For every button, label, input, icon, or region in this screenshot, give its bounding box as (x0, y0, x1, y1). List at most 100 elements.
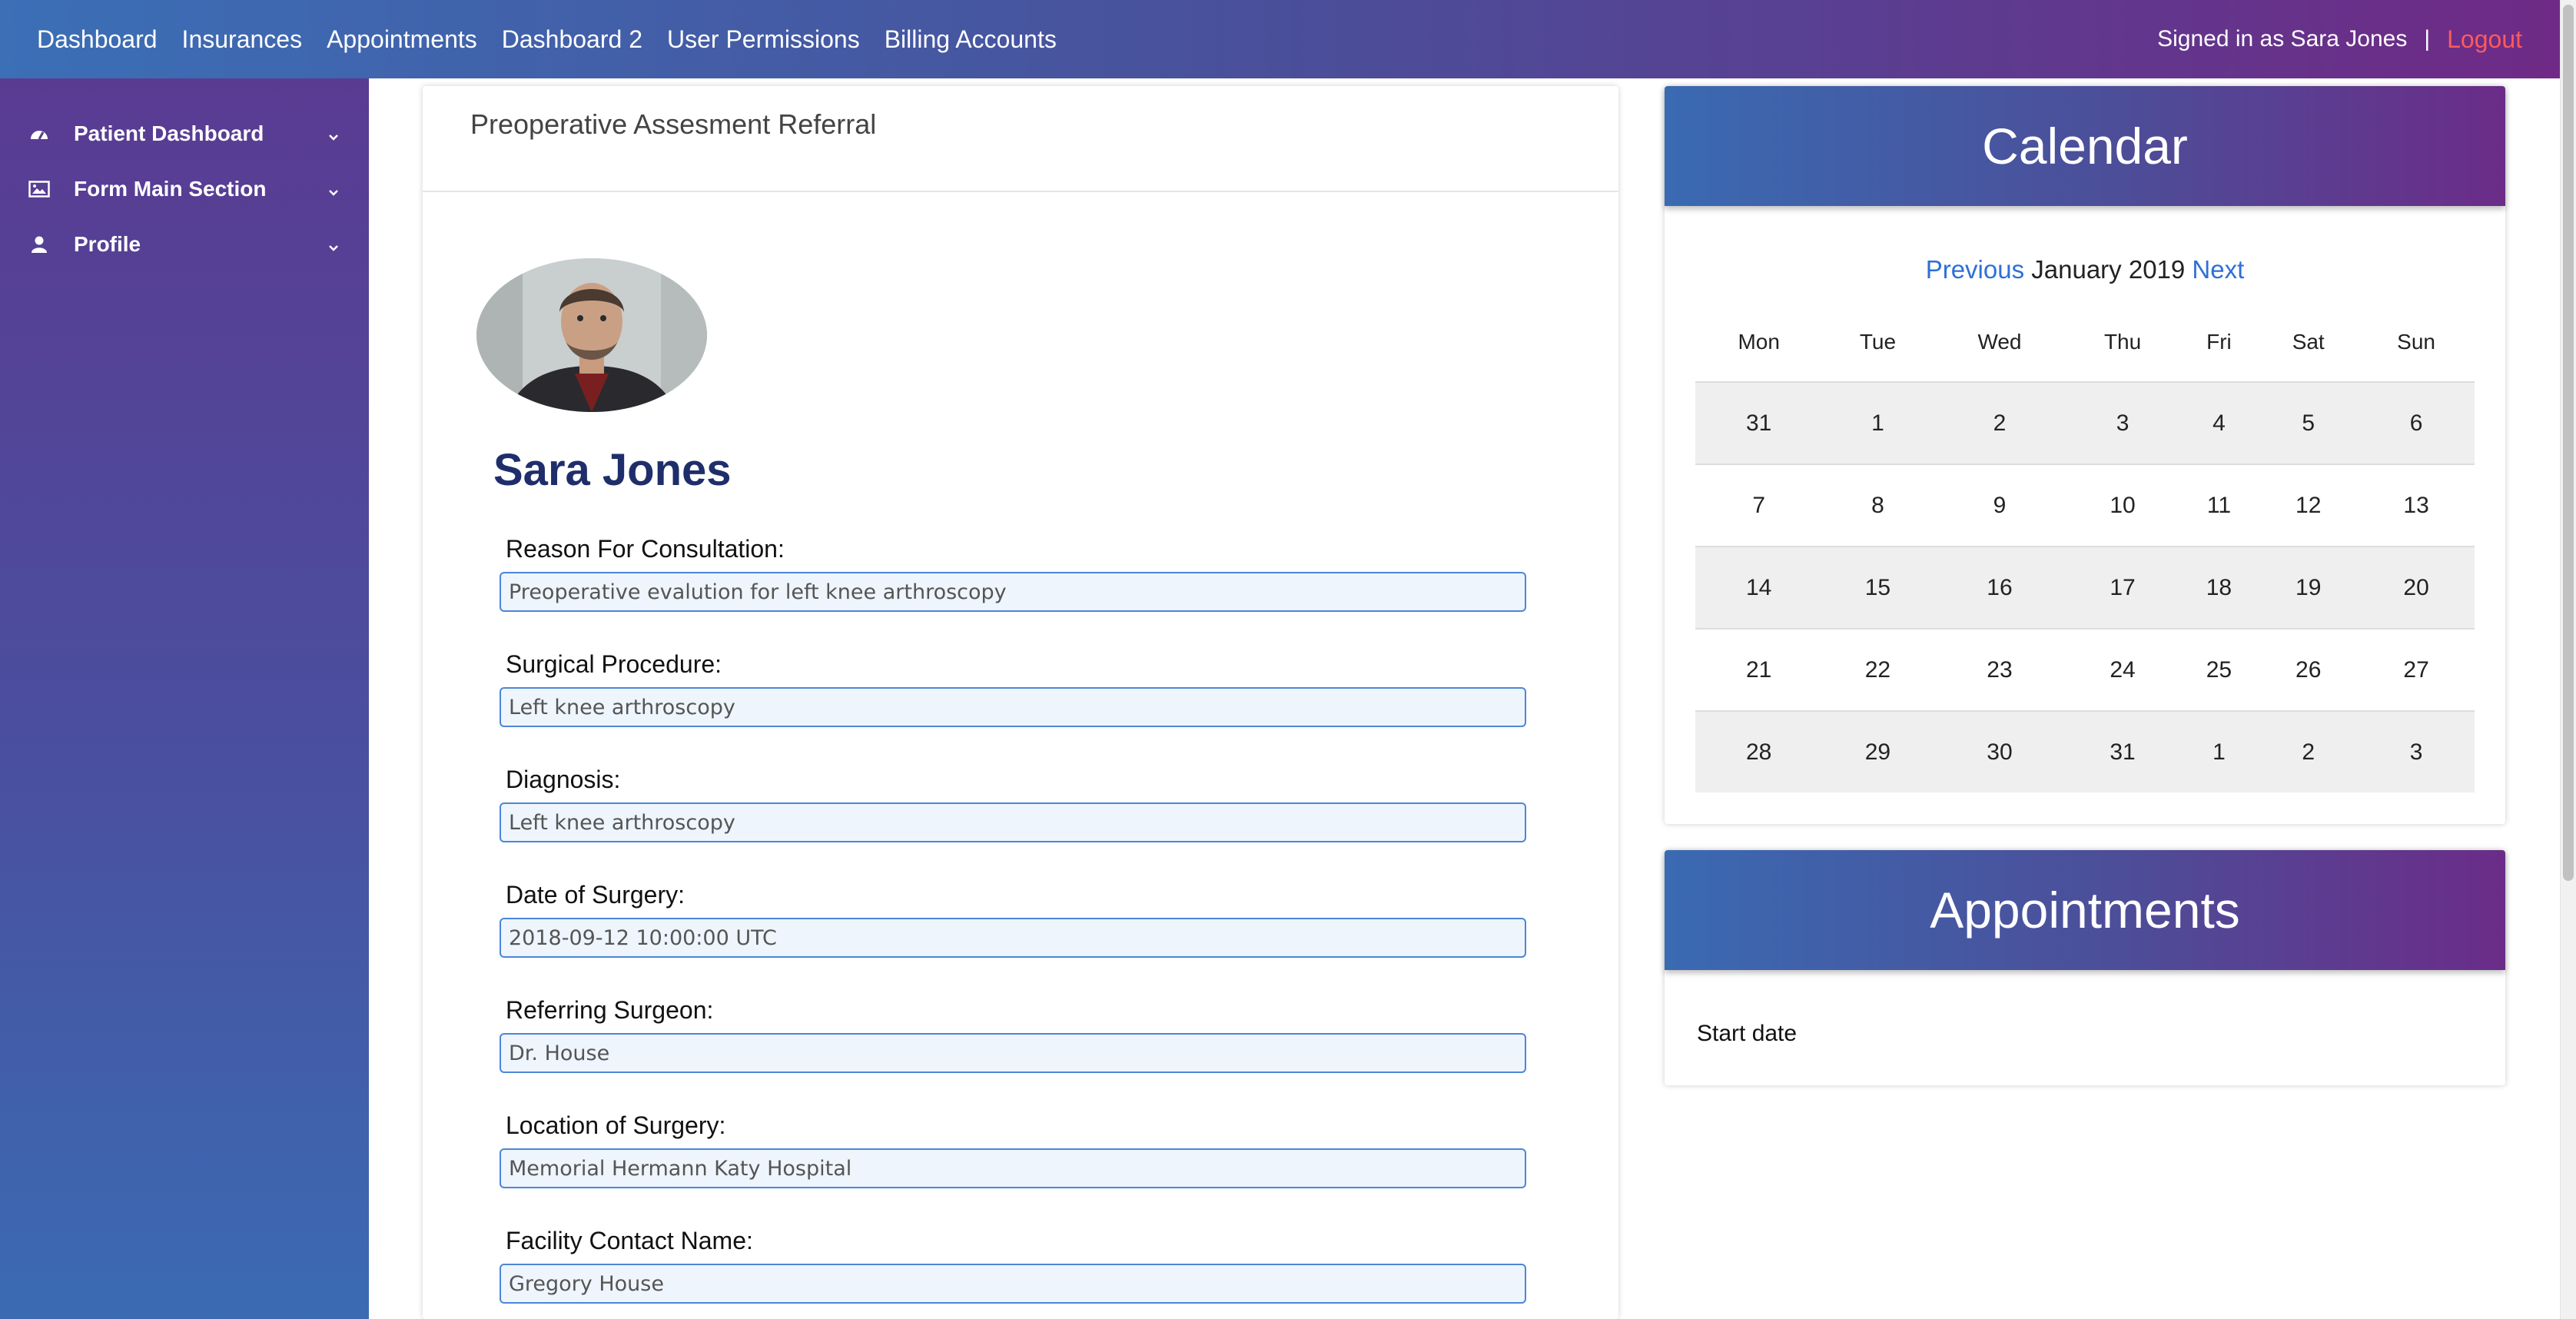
calendar-week: 28 29 30 31 1 2 3 (1695, 710, 2475, 792)
calendar-day[interactable]: 17 (2066, 546, 2179, 629)
calendar-day[interactable]: 22 (1822, 628, 1934, 711)
page-title: Preoperative Assesment Referral (470, 108, 877, 140)
calendar-week: 21 22 23 24 25 26 27 (1695, 628, 2475, 711)
appointments-card: Appointments Start date (1665, 850, 2505, 1085)
calendar-day[interactable]: 15 (1822, 546, 1934, 629)
appointments-header: Appointments (1665, 850, 2505, 970)
calendar-title: Calendar (1982, 118, 2188, 174)
signed-in-text: Signed in as Sara Jones (2157, 26, 2408, 51)
start-date-label: Start date (1697, 1021, 1798, 1046)
calendar-day[interactable]: 2 (2259, 710, 2359, 792)
sidebar-item-label: Patient Dashboard (74, 121, 264, 145)
calendar-day[interactable]: 14 (1695, 546, 1823, 629)
page-scrollbar[interactable] (2560, 0, 2576, 1319)
referring-surgeon-field[interactable]: Dr. House (500, 1033, 1526, 1073)
weekday-header: Wed (1977, 330, 2022, 354)
next-month-link[interactable]: Next (2192, 255, 2244, 284)
calendar-day[interactable]: 1 (1822, 381, 1934, 464)
calendar-day[interactable]: 11 (2179, 463, 2259, 547)
weekday-header: Mon (1738, 330, 1780, 354)
calendar-day[interactable]: 24 (2066, 628, 2179, 711)
sidebar: Patient Dashboard Form Main Section Prof… (0, 78, 369, 1319)
procedure-field[interactable]: Left knee arthroscopy (500, 687, 1526, 727)
calendar-day[interactable]: 7 (1695, 463, 1823, 547)
card-header: Preoperative Assesment Referral (423, 86, 1618, 192)
calendar-day[interactable]: 2 (1933, 381, 2066, 464)
calendar-day[interactable]: 16 (1933, 546, 2066, 629)
calendar-day[interactable]: 10 (2066, 463, 2179, 547)
calendar-day[interactable]: 13 (2358, 463, 2475, 547)
weekday-header: Fri (2206, 330, 2232, 354)
reason-label: Reason For Consultation: (506, 535, 785, 563)
nav-links: Dashboard Insurances Appointments Dashbo… (37, 25, 1081, 54)
calendar-day[interactable]: 27 (2358, 628, 2475, 711)
calendar-header: Calendar (1665, 86, 2505, 206)
calendar-day[interactable]: 25 (2179, 628, 2259, 711)
appointments-title: Appointments (1930, 882, 2240, 939)
nav-link-insurances[interactable]: Insurances (182, 25, 303, 54)
calendar-day[interactable]: 3 (2358, 710, 2475, 792)
surgery-location-field[interactable]: Memorial Hermann Katy Hospital (500, 1148, 1526, 1188)
calendar-day[interactable]: 29 (1822, 710, 1934, 792)
weekday-header: Sat (2292, 330, 2325, 354)
weekday-header: Tue (1859, 330, 1897, 354)
nav-link-dashboard[interactable]: Dashboard (37, 25, 158, 54)
chevron-down-icon (327, 234, 340, 258)
weekday-row: Mon Tue Wed Thu Fri Sat Sun (1695, 303, 2475, 382)
referring-surgeon-label: Referring Surgeon: (506, 996, 714, 1024)
calendar-day[interactable]: 6 (2358, 381, 2475, 464)
calendar-day[interactable]: 18 (2179, 546, 2259, 629)
sidebar-item-label: Profile (74, 232, 141, 256)
facility-contact-field[interactable]: Gregory House (500, 1264, 1526, 1304)
calendar-day[interactable]: 8 (1822, 463, 1934, 547)
calendar-day[interactable]: 1 (2179, 710, 2259, 792)
calendar-card: Calendar Previous January 2019 Next Mon … (1665, 86, 2505, 824)
calendar-week: 14 15 16 17 18 19 20 (1695, 546, 2475, 629)
diagnosis-field[interactable]: Left knee arthroscopy (500, 802, 1526, 842)
sidebar-item-form-main-section[interactable]: Form Main Section (0, 161, 369, 217)
scrollbar-thumb[interactable] (2563, 5, 2574, 881)
surgery-location-label: Location of Surgery: (506, 1111, 726, 1139)
calendar-day[interactable]: 26 (2259, 628, 2359, 711)
patient-name: Sara Jones (493, 445, 732, 495)
current-month: January 2019 (2031, 255, 2186, 284)
sidebar-item-label: Form Main Section (74, 177, 267, 201)
calendar-day[interactable]: 5 (2259, 381, 2359, 464)
logout-link[interactable]: Logout (2447, 25, 2522, 54)
surgery-date-field[interactable]: 2018-09-12 10:00:00 UTC (500, 918, 1526, 958)
calendar-day[interactable]: 21 (1695, 628, 1823, 711)
calendar-day[interactable]: 4 (2179, 381, 2259, 464)
calendar-grid: Mon Tue Wed Thu Fri Sat Sun 31 1 2 3 4 5… (1695, 303, 2475, 792)
user-icon (28, 235, 51, 254)
nav-link-billing-accounts[interactable]: Billing Accounts (885, 25, 1057, 54)
calendar-day[interactable]: 23 (1933, 628, 2066, 711)
facility-contact-label: Facility Contact Name: (506, 1227, 753, 1254)
nav-link-dashboard-2[interactable]: Dashboard 2 (502, 25, 642, 54)
calendar-day[interactable]: 31 (1695, 381, 1823, 464)
calendar-day[interactable]: 20 (2358, 546, 2475, 629)
calendar-day[interactable]: 3 (2066, 381, 2179, 464)
chevron-down-icon (327, 123, 340, 148)
surgery-date-label: Date of Surgery: (506, 881, 685, 909)
top-navbar: Dashboard Insurances Appointments Dashbo… (0, 0, 2561, 78)
weekday-header: Sun (2397, 330, 2435, 354)
previous-month-link[interactable]: Previous (1926, 255, 2024, 284)
calendar-day[interactable]: 19 (2259, 546, 2359, 629)
reason-field[interactable]: Preoperative evalution for left knee art… (500, 572, 1526, 612)
image-icon (28, 181, 51, 198)
procedure-label: Surgical Procedure: (506, 650, 722, 678)
calendar-day[interactable]: 30 (1933, 710, 2066, 792)
user-area: Signed in as Sara Jones | Logout (2157, 0, 2522, 78)
sidebar-item-profile[interactable]: Profile (0, 217, 369, 272)
calendar-day[interactable]: 12 (2259, 463, 2359, 547)
referral-form-card: Preoperative Assesment Referral Sara Jon… (423, 86, 1618, 1319)
chevron-down-icon (327, 178, 340, 203)
calendar-day[interactable]: 31 (2066, 710, 2179, 792)
nav-link-appointments[interactable]: Appointments (327, 25, 477, 54)
calendar-day[interactable]: 28 (1695, 710, 1823, 792)
sidebar-item-patient-dashboard[interactable]: Patient Dashboard (0, 106, 369, 161)
calendar-nav: Previous January 2019 Next (1665, 255, 2505, 284)
nav-link-user-permissions[interactable]: User Permissions (667, 25, 860, 54)
calendar-day[interactable]: 9 (1933, 463, 2066, 547)
calendar-week: 31 1 2 3 4 5 6 (1695, 381, 2475, 464)
